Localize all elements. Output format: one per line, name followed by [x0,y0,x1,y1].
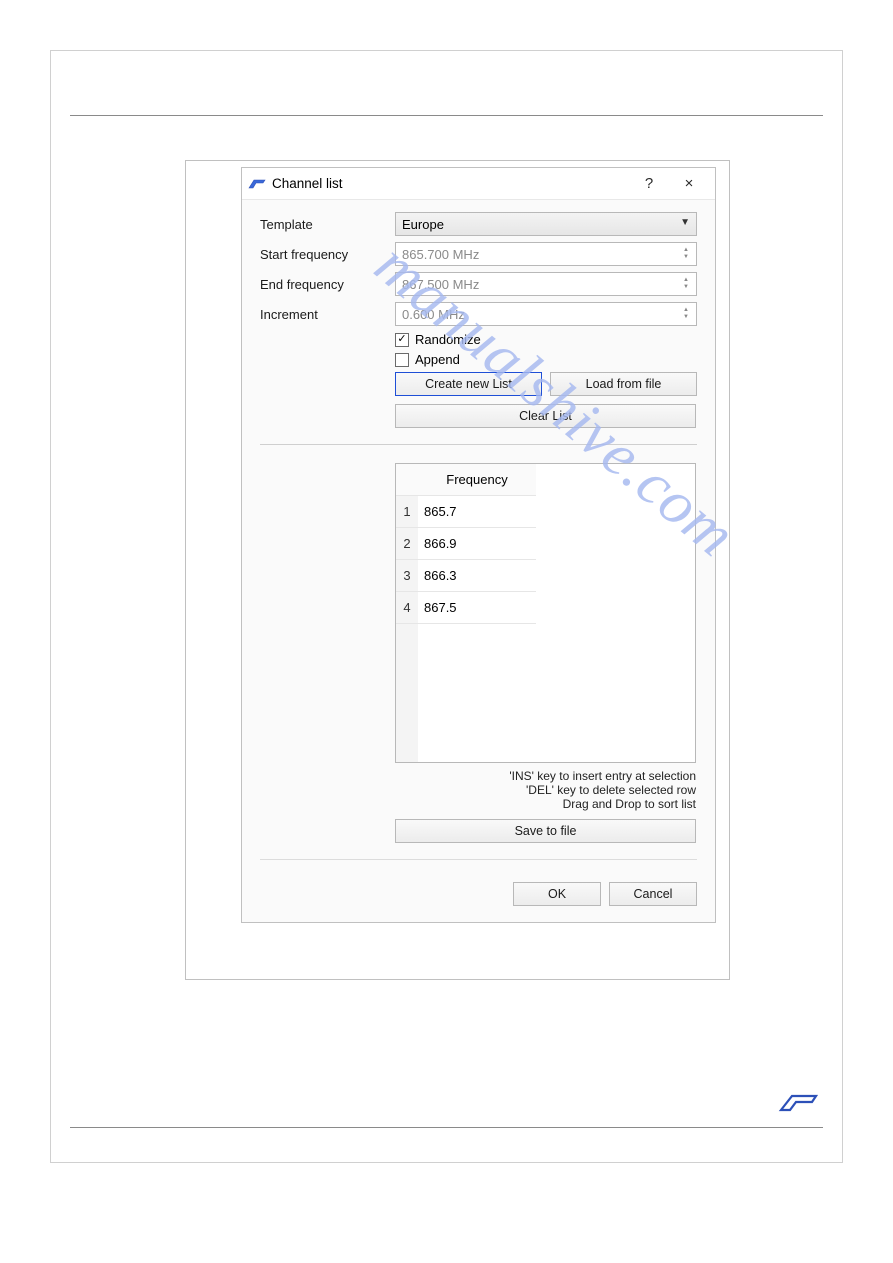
cancel-button[interactable]: Cancel [609,882,697,906]
ok-button[interactable]: OK [513,882,601,906]
spinner-icon[interactable]: ▲▼ [678,244,694,264]
append-checkbox[interactable] [395,353,409,367]
randomize-label: Randomize [415,332,481,347]
start-frequency-label: Start frequency [260,247,395,262]
row-index: 4 [396,592,418,624]
frequency-cell[interactable]: 866.9 [418,528,536,560]
screenshot-frame: Channel list ? × Template Europe ▼ Start… [185,160,730,980]
close-button[interactable]: × [669,168,709,200]
dialog-title: Channel list [272,176,343,191]
chevron-down-icon: ▼ [680,217,690,228]
dialog-footer: OK Cancel [260,859,697,906]
row-header-blank [396,464,418,496]
row-index: 2 [396,528,418,560]
dialog-body: Template Europe ▼ Start frequency 865.70… [242,200,715,922]
create-new-list-button[interactable]: Create new List [395,372,542,396]
help-button[interactable]: ? [629,168,669,200]
st-logo-icon [778,1090,818,1118]
increment-value: 0.600 MHz [402,307,465,322]
frequency-cell[interactable]: 867.5 [418,592,536,624]
footer-rule [70,1127,823,1128]
frequency-column-header: Frequency [418,464,536,496]
append-label: Append [415,352,460,367]
increment-label: Increment [260,307,395,322]
channel-list-dialog: Channel list ? × Template Europe ▼ Start… [241,167,716,923]
spinner-icon[interactable]: ▲▼ [678,304,694,324]
end-frequency-value: 867.500 MHz [402,277,479,292]
end-frequency-label: End frequency [260,277,395,292]
start-frequency-input[interactable]: 865.700 MHz ▲▼ [395,242,697,266]
check-icon: ✓ [397,334,406,345]
row-index: 3 [396,560,418,592]
template-select[interactable]: Europe ▼ [395,212,697,236]
template-value: Europe [402,217,444,232]
randomize-checkbox[interactable]: ✓ [395,333,409,347]
row-index: 1 [396,496,418,528]
frequency-cell[interactable]: 865.7 [418,496,536,528]
save-to-file-button[interactable]: Save to file [395,819,696,843]
clear-list-button[interactable]: Clear List [395,404,696,428]
load-from-file-button[interactable]: Load from file [550,372,697,396]
frequency-cell[interactable]: 866.3 [418,560,536,592]
end-frequency-input[interactable]: 867.500 MHz ▲▼ [395,272,697,296]
table-hints: 'INS' key to insert entry at selection '… [395,769,696,811]
start-frequency-value: 865.700 MHz [402,247,479,262]
section-separator [260,444,697,445]
increment-input[interactable]: 0.600 MHz ▲▼ [395,302,697,326]
header-rule [70,115,823,116]
st-app-icon [248,177,266,191]
hint-insert: 'INS' key to insert entry at selection [395,769,696,783]
titlebar: Channel list ? × [242,168,715,200]
frequency-table[interactable]: 1 2 3 4 Frequency 865.7 866.9 866.3 867.… [395,463,696,763]
template-label: Template [260,217,395,232]
hint-drag: Drag and Drop to sort list [395,797,696,811]
hint-delete: 'DEL' key to delete selected row [395,783,696,797]
spinner-icon[interactable]: ▲▼ [678,274,694,294]
